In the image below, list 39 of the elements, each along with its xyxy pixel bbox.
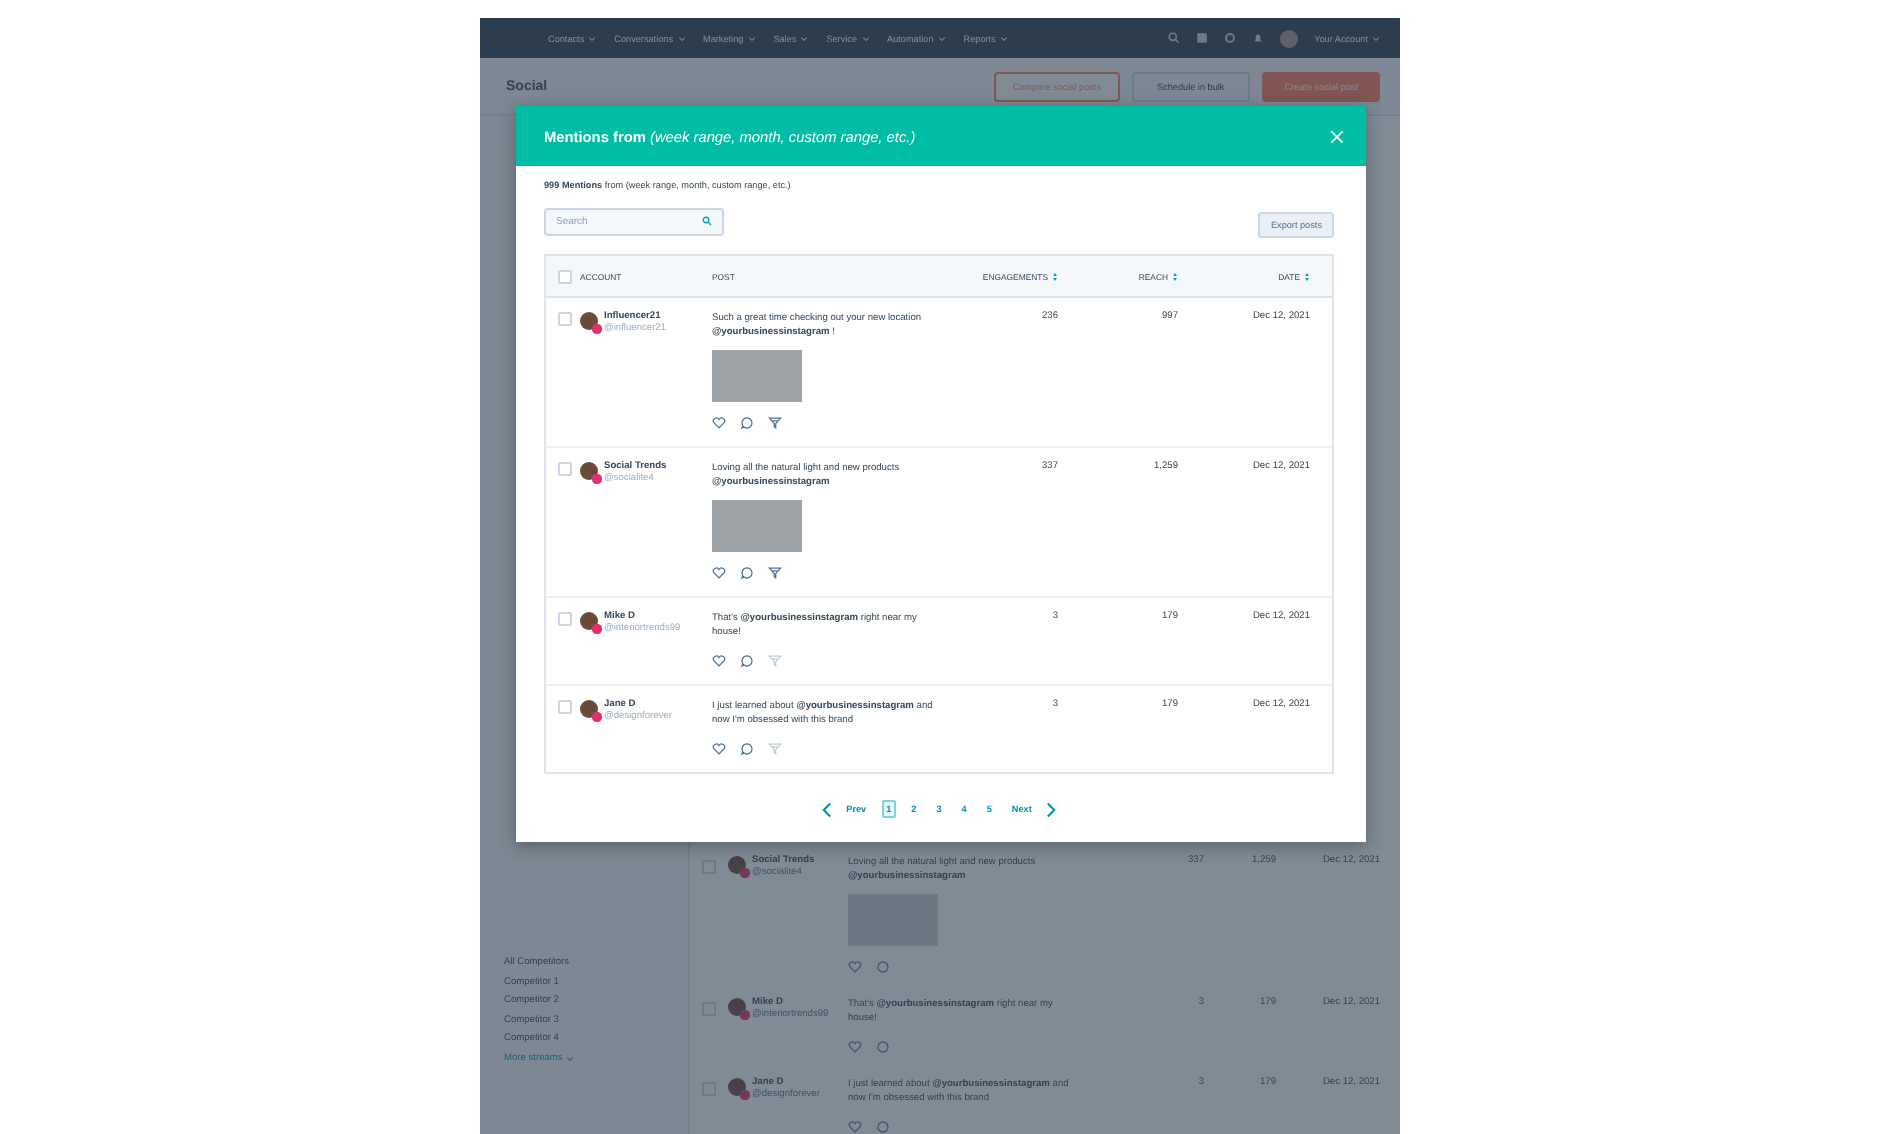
caret-icon[interactable] <box>566 1055 575 1061</box>
badge-icon <box>592 324 601 333</box>
badge-icon <box>592 624 601 633</box>
chevron-left-icon[interactable] <box>821 801 832 817</box>
badge-icon <box>740 1010 749 1019</box>
sort-icon[interactable] <box>1304 271 1310 281</box>
badge-icon <box>592 712 601 721</box>
select-all-checkbox[interactable] <box>558 269 572 283</box>
funnel-icon[interactable] <box>768 416 782 430</box>
badge-icon <box>740 1090 749 1099</box>
comment-icon[interactable] <box>740 566 754 580</box>
heart-icon[interactable] <box>712 742 726 756</box>
row-checkbox[interactable] <box>558 612 572 626</box>
badge-icon <box>740 868 749 877</box>
comment-icon[interactable] <box>876 1120 890 1134</box>
sort-icon[interactable] <box>1052 271 1058 281</box>
comment-icon[interactable] <box>740 742 754 756</box>
heart-icon[interactable] <box>848 960 862 974</box>
bell-icon[interactable] <box>1252 32 1265 44</box>
heart-icon[interactable] <box>848 1040 862 1054</box>
comment-icon[interactable] <box>876 960 890 974</box>
heart-icon[interactable] <box>712 566 726 580</box>
comment-icon[interactable] <box>876 1040 890 1054</box>
comment-icon[interactable] <box>740 654 754 668</box>
heart-icon[interactable] <box>848 1120 862 1134</box>
account-avatar[interactable] <box>1280 29 1299 47</box>
sort-icon[interactable] <box>1172 271 1178 281</box>
funnel-icon[interactable] <box>768 566 782 580</box>
search-icon[interactable] <box>1168 32 1181 44</box>
row-checkbox[interactable] <box>558 700 572 714</box>
row-checkbox[interactable] <box>558 312 572 326</box>
row-checkbox[interactable] <box>558 462 572 476</box>
chevron-right-icon[interactable] <box>1046 801 1057 817</box>
search-icon <box>702 216 712 226</box>
heart-icon[interactable] <box>712 654 726 668</box>
close-icon[interactable] <box>1330 129 1344 143</box>
heart-icon[interactable] <box>712 416 726 430</box>
badge-icon <box>592 474 601 483</box>
comment-icon[interactable] <box>740 416 754 430</box>
